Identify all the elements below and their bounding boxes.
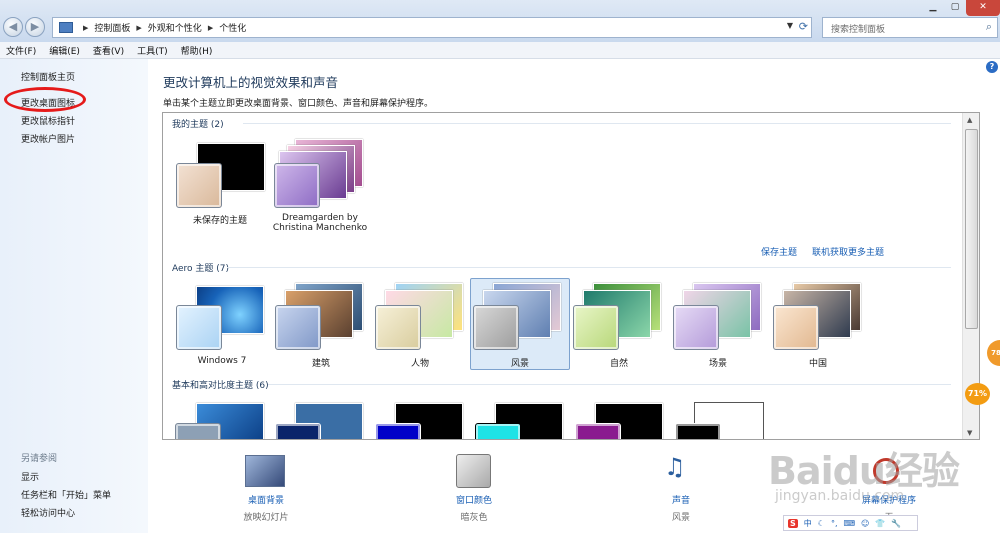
emoji-icon[interactable]: ☺ [861,519,869,528]
window-color-swatch [673,305,719,350]
baidu-watermark: Baidu经验 [768,449,960,493]
window-color-swatch [475,423,521,439]
forward-arrow-icon: ▶ [30,20,40,33]
menu-file[interactable]: 文件(F) [6,44,36,57]
crumb-control-panel[interactable]: 控制面板 [94,21,130,34]
dropdown-arrow-icon[interactable]: ▼ [787,21,793,30]
minimize-button[interactable]: ▁ [922,0,944,16]
ime-mode-indicator[interactable]: 中 [804,518,812,529]
window-color-swatch [175,423,221,439]
control-panel-icon [59,22,73,33]
window-color-swatch [473,305,519,350]
menu-edit[interactable]: 编辑(E) [49,44,80,57]
save-theme-link[interactable]: 保存主题 [761,245,797,258]
theme-label: 建筑 [311,359,330,369]
window-color-swatch [176,305,222,350]
sidebar-link-taskbar[interactable]: 任务栏和「开始」菜单 [21,488,111,501]
window-color-swatch [573,305,619,350]
theme-label: 中国 [808,359,827,369]
sidebar-link-ease-of-access[interactable]: 轻松访问中心 [21,506,75,519]
sounds-value: 风景 [671,513,690,523]
scroll-up-icon[interactable]: ▲ [967,116,972,124]
floating-badge-b[interactable]: 78 [987,340,1000,366]
chevron-right-icon: ▶ [136,23,142,32]
forward-button[interactable]: ▶ [25,17,45,37]
sidebar: 控制面板主页 更改桌面图标 更改鼠标指针 更改帐户图片 另请参阅 显示 任务栏和… [0,59,148,533]
menu-tools[interactable]: 工具(T) [137,44,168,57]
theme-label: 自然 [609,359,628,369]
sidebar-link-account-picture[interactable]: 更改帐户图片 [21,132,75,145]
group-divider [227,267,951,268]
back-button[interactable]: ◀ [3,17,23,37]
moon-icon[interactable]: ☾ [818,519,825,528]
group-header-basic: 基本和高对比度主题 (6) [172,381,269,391]
desktop-background-value: 放映幻灯片 [243,513,289,523]
sogou-logo-icon: S [788,518,798,528]
see-also-heading: 另请参阅 [21,454,58,464]
address-bar: ◀ ▶ ▶ 控制面板 ▶ 外观和个性化 ▶ 个性化 ▼ ⟳ 搜索控制面板 ⌕ ▁… [0,0,1000,42]
back-arrow-icon: ◀ [8,20,18,33]
menu-bar: 文件(F) 编辑(E) 查看(V) 工具(T) 帮助(H) [0,42,1000,59]
crumb-appearance[interactable]: 外观和个性化 [148,21,202,34]
skin-icon[interactable]: 👕 [875,519,885,528]
theme-label: 场景 [708,359,727,369]
chevron-right-icon: ▶ [83,23,89,32]
menu-help[interactable]: 帮助(H) [181,44,213,57]
baidu-watermark-url: jingyan.baidu.com [775,488,905,504]
group-divider [243,123,951,124]
window-color-swatch [575,423,621,439]
desktop-background-icon [245,455,285,487]
window-color-swatch [275,423,321,439]
window-color-value: 暗灰色 [460,513,488,523]
search-placeholder: 搜索控制面板 [831,25,886,35]
window-color-label[interactable]: 窗口颜色 [414,493,534,506]
group-header-my-themes: 我的主题 (2) [172,120,224,130]
window-color-swatch [375,423,421,439]
theme-label: Dreamgarden by Christina Manchenko [272,213,368,233]
theme-list: 我的主题 (2) 未保存的主题 Dreamgarden by Christina… [162,112,980,440]
window-color-swatch [375,305,421,350]
wrench-icon[interactable]: 🔧 [891,519,901,528]
sidebar-link-home[interactable]: 控制面板主页 [21,70,75,83]
maximize-button[interactable]: ▢ [944,0,966,16]
sidebar-link-mouse-pointer[interactable]: 更改鼠标指针 [21,114,75,127]
sounds-label[interactable]: 声音 [621,493,741,506]
page-subtitle: 单击某个主题立即更改桌面背景、窗口颜色、声音和屏幕保护程序。 [163,99,434,109]
floating-badge-a[interactable]: 71% [965,383,990,405]
window-color-swatch [275,305,321,350]
get-more-themes-link[interactable]: 联机获取更多主题 [812,245,884,258]
sidebar-link-display[interactable]: 显示 [21,470,39,483]
scroll-thumb[interactable] [965,129,978,329]
menu-view[interactable]: 查看(V) [93,44,124,57]
sound-notes-icon: ♫ [664,453,686,481]
search-icon[interactable]: ⌕ [986,20,992,34]
window-color-swatch [675,423,721,439]
ime-toolbar[interactable]: S 中 ☾ °, ⌨ ☺ 👕 🔧 [783,515,918,531]
keyboard-icon[interactable]: ⌨ [843,519,855,528]
chevron-right-icon: ▶ [207,23,214,32]
theme-label: 未保存的主题 [192,216,247,226]
help-icon[interactable]: ? [986,61,998,73]
window-color-swatch [773,305,819,350]
window-color-swatch [274,163,320,208]
scroll-down-icon[interactable]: ▼ [967,429,972,437]
theme-label: 风景 [510,359,529,369]
punctuation-icon[interactable]: °, [831,519,838,528]
search-input[interactable]: 搜索控制面板 ⌕ [822,17,998,38]
window-color-swatch [176,163,222,208]
desktop-background-label[interactable]: 桌面背景 [206,493,326,506]
sidebar-link-desktop-icons[interactable]: 更改桌面图标 [21,96,75,109]
group-divider [268,384,951,385]
window-color-icon [456,454,491,488]
group-header-aero: Aero 主题 (7) [172,264,230,274]
breadcrumb[interactable]: ▶ 控制面板 ▶ 外观和个性化 ▶ 个性化 ▼ ⟳ [52,17,812,38]
close-button[interactable]: ✕ [966,0,1000,16]
crumb-personalization[interactable]: 个性化 [219,21,246,34]
theme-label: Windows 7 [197,356,247,366]
refresh-icon[interactable]: ⟳ [799,20,808,33]
page-title: 更改计算机上的视觉效果和声音 [163,75,339,90]
theme-label: 人物 [410,359,429,369]
